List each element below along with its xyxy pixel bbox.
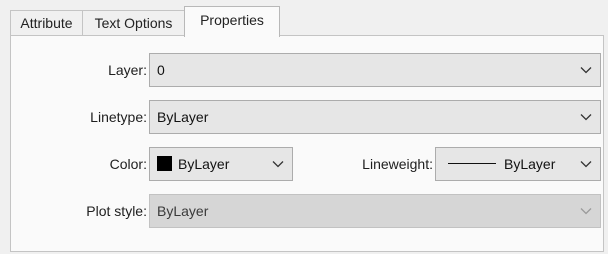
tab-text-options[interactable]: Text Options bbox=[82, 10, 185, 36]
layer-label: Layer: bbox=[108, 62, 147, 78]
chevron-down-icon bbox=[271, 148, 285, 180]
lineweight-label: Lineweight: bbox=[362, 156, 433, 172]
chevron-down-icon bbox=[579, 101, 593, 133]
color-label: Color: bbox=[109, 156, 147, 172]
properties-panel: Layer: 0 Linetype: ByLayer Color: ByLaye… bbox=[10, 35, 604, 252]
lineweight-dropdown[interactable]: ByLayer bbox=[435, 147, 601, 181]
linetype-value: ByLayer bbox=[157, 109, 209, 125]
chevron-down-icon bbox=[579, 54, 593, 86]
tab-attribute[interactable]: Attribute bbox=[10, 10, 83, 36]
linetype-dropdown[interactable]: ByLayer bbox=[149, 100, 601, 134]
lineweight-preview bbox=[448, 163, 496, 164]
plot-style-value: ByLayer bbox=[157, 203, 209, 219]
chevron-down-icon bbox=[579, 195, 593, 227]
color-dropdown[interactable]: ByLayer bbox=[149, 147, 293, 181]
color-value: ByLayer bbox=[178, 156, 230, 172]
plot-style-label: Plot style: bbox=[86, 203, 147, 219]
layer-dropdown[interactable]: 0 bbox=[149, 53, 601, 87]
tab-properties[interactable]: Properties bbox=[184, 6, 280, 37]
color-swatch bbox=[157, 155, 172, 171]
lineweight-value: ByLayer bbox=[504, 156, 556, 172]
plot-style-dropdown: ByLayer bbox=[149, 194, 601, 228]
chevron-down-icon bbox=[579, 148, 593, 180]
layer-value: 0 bbox=[157, 62, 165, 78]
linetype-label: Linetype: bbox=[90, 109, 147, 125]
